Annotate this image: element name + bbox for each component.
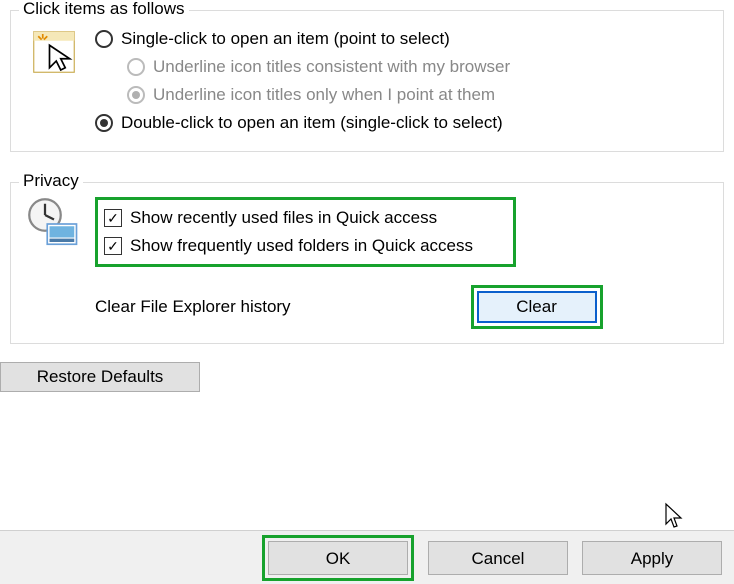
double-click-option[interactable]: Double-click to open an item (single-cli… [95, 109, 713, 137]
show-frequent-folders-option[interactable]: ✓ Show frequently used folders in Quick … [104, 232, 473, 260]
show-recent-files-option[interactable]: ✓ Show recently used files in Quick acce… [104, 204, 473, 232]
underline-point-option: Underline icon titles only when I point … [127, 81, 713, 109]
clear-history-label: Clear File Explorer history [95, 297, 291, 317]
privacy-group: Privacy ✓ Show recently used files in Qu… [10, 182, 724, 344]
clear-button[interactable]: Clear [477, 291, 597, 323]
click-pointer-icon [27, 25, 81, 79]
double-click-label: Double-click to open an item (single-cli… [121, 109, 503, 137]
single-click-label: Single-click to open an item (point to s… [121, 25, 450, 53]
click-items-legend: Click items as follows [19, 0, 189, 19]
radio-icon [95, 30, 113, 48]
checkbox-icon: ✓ [104, 237, 122, 255]
dialog-button-bar: OK Cancel Apply [0, 530, 734, 584]
mouse-cursor-icon [664, 502, 684, 528]
click-items-group: Click items as follows Single-click to o… [10, 10, 724, 152]
apply-button[interactable]: Apply [582, 541, 722, 575]
show-recent-files-label: Show recently used files in Quick access [130, 204, 437, 232]
checkbox-icon: ✓ [104, 209, 122, 227]
cancel-button[interactable]: Cancel [428, 541, 568, 575]
show-frequent-folders-label: Show frequently used folders in Quick ac… [130, 232, 473, 260]
single-click-option[interactable]: Single-click to open an item (point to s… [95, 25, 713, 53]
radio-icon [95, 114, 113, 132]
privacy-highlight: ✓ Show recently used files in Quick acce… [95, 197, 516, 267]
radio-icon [127, 86, 145, 104]
clear-button-highlight: Clear [471, 285, 603, 329]
privacy-history-icon [27, 197, 81, 251]
restore-defaults-button[interactable]: Restore Defaults [0, 362, 200, 392]
underline-browser-option: Underline icon titles consistent with my… [127, 53, 713, 81]
underline-point-label: Underline icon titles only when I point … [153, 81, 495, 109]
radio-icon [127, 58, 145, 76]
ok-button[interactable]: OK [268, 541, 408, 575]
underline-browser-label: Underline icon titles consistent with my… [153, 53, 510, 81]
privacy-legend: Privacy [19, 171, 83, 191]
